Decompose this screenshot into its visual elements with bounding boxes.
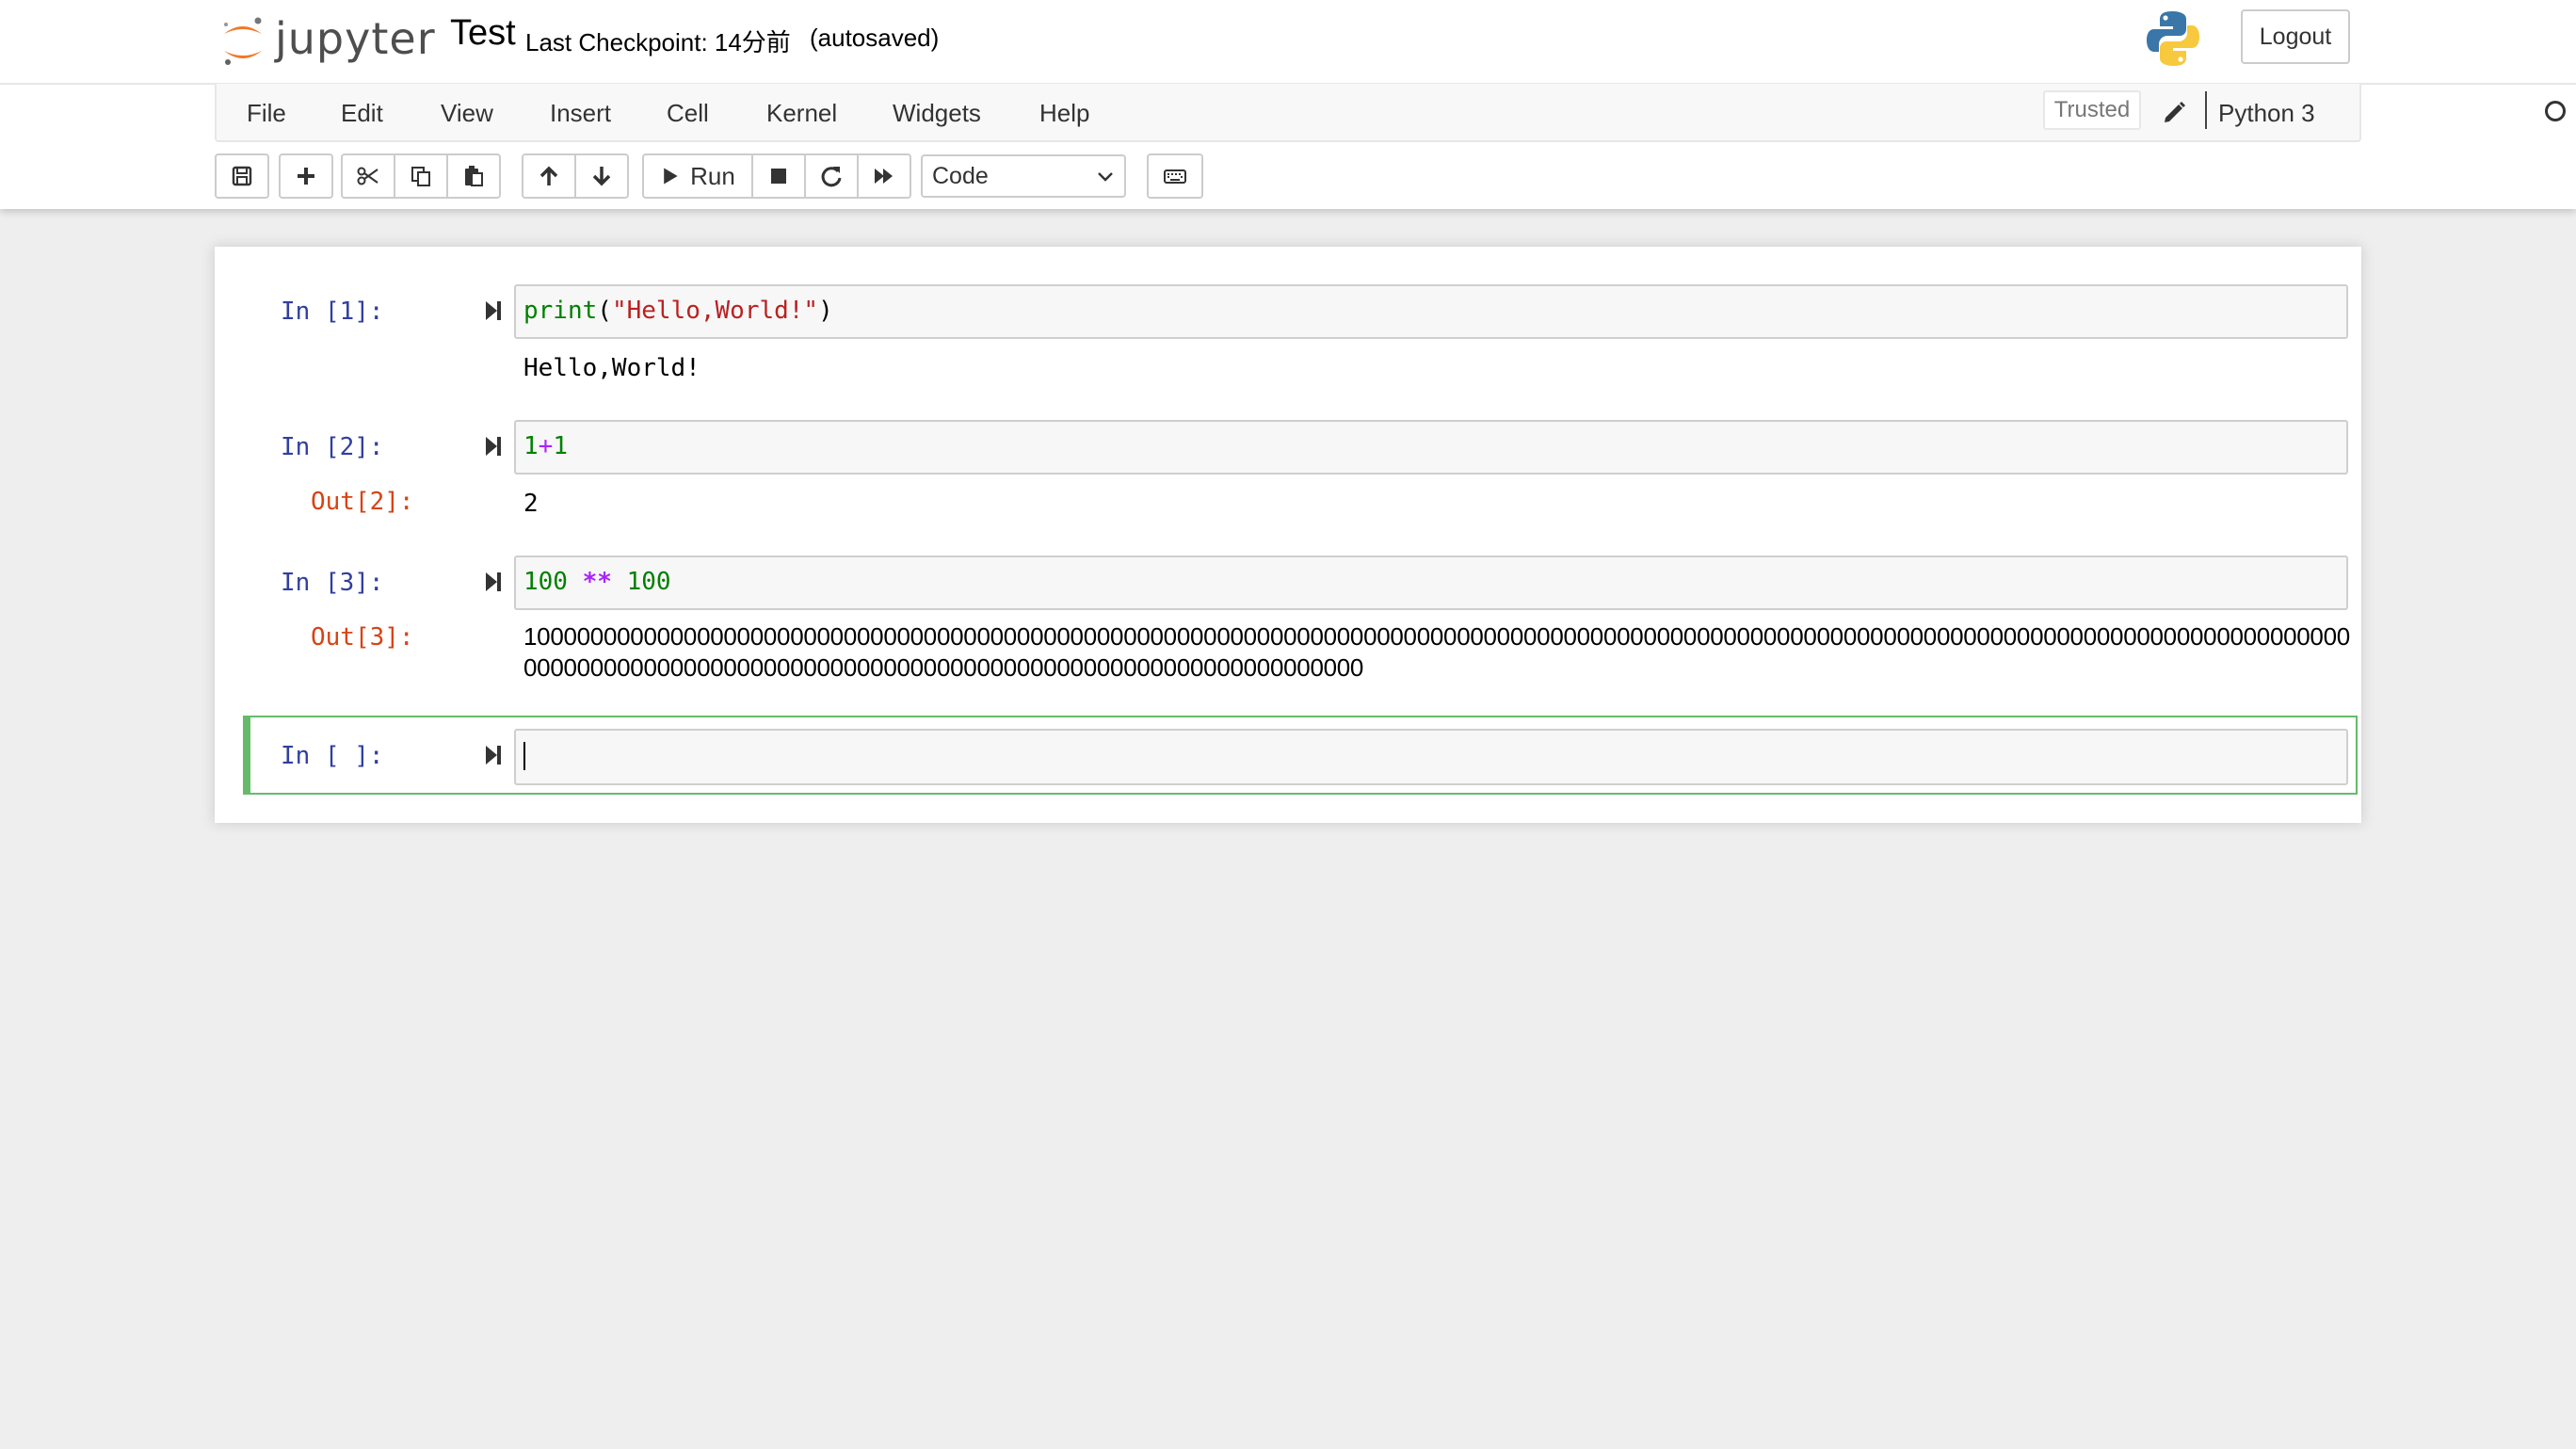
- move-down-button[interactable]: [574, 153, 629, 199]
- jupyter-logo-icon: [224, 17, 262, 65]
- command-palette-button[interactable]: [1147, 153, 1203, 199]
- restart-icon: [821, 167, 842, 187]
- text-cursor: [523, 741, 525, 770]
- cut-button[interactable]: [341, 153, 395, 199]
- stop-icon: [771, 169, 786, 184]
- notebook-container: In [1]: print("Hello,World!") Hello,Worl…: [215, 247, 2361, 823]
- code-token-func: print: [523, 297, 598, 325]
- copy-button[interactable]: [394, 153, 448, 199]
- notebook-title[interactable]: Test: [450, 13, 516, 54]
- kernel-separator: [2205, 91, 2207, 129]
- menu-cell[interactable]: Cell: [667, 99, 709, 128]
- run-cell-icon[interactable]: [484, 743, 503, 767]
- kernel-idle-indicator-icon: [2545, 101, 2566, 121]
- cell-output: 2: [523, 490, 539, 518]
- cell-output: 1000000000000000000000000000000000000000…: [523, 622, 2350, 682]
- run-button[interactable]: Run: [642, 153, 753, 199]
- code-token-paren: (: [597, 297, 612, 325]
- copy-icon: [411, 167, 430, 186]
- menu-edit[interactable]: Edit: [341, 99, 383, 128]
- code-cell-4-selected[interactable]: In [ ]:: [243, 729, 2358, 785]
- code-token-paren: ): [818, 297, 833, 325]
- jupyter-logo[interactable]: jupyter: [220, 8, 436, 75]
- interrupt-button[interactable]: [751, 153, 806, 199]
- trusted-badge[interactable]: Trusted: [2043, 90, 2141, 130]
- run-cell-icon[interactable]: [484, 434, 503, 459]
- paste-button[interactable]: [446, 153, 501, 199]
- menu-kernel[interactable]: Kernel: [766, 99, 837, 128]
- menu-view[interactable]: View: [441, 99, 493, 128]
- code-input[interactable]: print("Hello,World!"): [514, 284, 2348, 339]
- in-prompt: In [2]:: [281, 433, 384, 461]
- arrow-down-icon: [592, 167, 611, 186]
- kernel-name: Python 3: [2218, 99, 2315, 127]
- code-cell-1[interactable]: In [1]: print("Hello,World!") Hello,Worl…: [243, 284, 2358, 382]
- play-icon: [664, 168, 678, 185]
- arrow-up-icon: [539, 166, 558, 185]
- in-prompt: In [3]:: [281, 569, 384, 597]
- menu-file[interactable]: File: [247, 99, 286, 128]
- autosave-status: (autosaved): [810, 24, 940, 52]
- code-token-number: 100: [626, 568, 671, 596]
- in-prompt: In [1]:: [281, 298, 384, 326]
- cell-output: Hello,World!: [523, 354, 700, 382]
- plus-icon: [298, 168, 314, 185]
- keyboard-icon: [1164, 169, 1186, 184]
- menu-widgets[interactable]: Widgets: [893, 99, 981, 128]
- toolbar-group-palette: [1147, 153, 1203, 199]
- paste-icon: [465, 166, 483, 186]
- out-prompt: Out[2]:: [311, 488, 414, 516]
- jupyter-logo-text: jupyter: [275, 13, 436, 64]
- code-input[interactable]: 100 ** 100: [514, 555, 2348, 610]
- run-button-label: Run: [690, 161, 735, 190]
- move-up-button[interactable]: [522, 153, 576, 199]
- menubar: File Edit View Insert Cell Kernel Widget…: [215, 84, 2566, 142]
- toolbar-group-clipboard: [341, 153, 501, 199]
- code-cell-2[interactable]: In [2]: 1+1 Out[2]: 2: [243, 420, 2358, 523]
- cell-type-select[interactable]: Code: [921, 154, 1126, 198]
- logout-button[interactable]: Logout: [2241, 9, 2350, 64]
- header-bar: jupyter Test Last Checkpoint: 14分前 (auto…: [0, 0, 2576, 85]
- run-cell-icon[interactable]: [484, 298, 503, 323]
- toolbar-group-run: Run: [642, 153, 911, 199]
- restart-kernel-button[interactable]: [804, 153, 859, 199]
- toolbar-group-move: [522, 153, 629, 199]
- restart-run-all-button[interactable]: [857, 153, 911, 199]
- last-checkpoint: Last Checkpoint: 14分前: [525, 28, 791, 56]
- code-token-string: "Hello,World!": [611, 297, 819, 325]
- toolbar-group-insert: [279, 153, 333, 199]
- pencil-icon[interactable]: [2160, 97, 2188, 125]
- code-token-number: 1: [523, 432, 539, 460]
- cell-type-value: Code: [932, 162, 989, 189]
- floppy-disk-icon: [232, 166, 252, 186]
- header: jupyter Test Last Checkpoint: 14分前 (auto…: [0, 0, 2576, 209]
- code-token-operator: **: [582, 568, 612, 596]
- code-cell-3[interactable]: In [3]: 100 ** 100 Out[3]: 1000000000000…: [243, 555, 2358, 697]
- code-input-active[interactable]: [514, 729, 2348, 785]
- code-input[interactable]: 1+1: [514, 420, 2348, 475]
- code-token-operator: +: [538, 432, 554, 460]
- menu-help[interactable]: Help: [1039, 99, 1089, 128]
- run-cell-icon[interactable]: [484, 570, 503, 594]
- in-prompt: In [ ]:: [281, 742, 384, 770]
- insert-cell-button[interactable]: [279, 153, 333, 199]
- code-token-number: 100: [523, 568, 568, 596]
- python-logo-icon: [2147, 11, 2199, 66]
- chevron-down-icon: [1098, 172, 1113, 182]
- fast-forward-icon: [875, 169, 893, 184]
- save-button[interactable]: [215, 153, 269, 199]
- toolbar-group-save: [215, 153, 269, 199]
- out-prompt: Out[3]:: [311, 623, 414, 652]
- scissors-icon: [357, 167, 378, 185]
- code-token-number: 1: [553, 432, 568, 460]
- menu-insert[interactable]: Insert: [550, 99, 611, 128]
